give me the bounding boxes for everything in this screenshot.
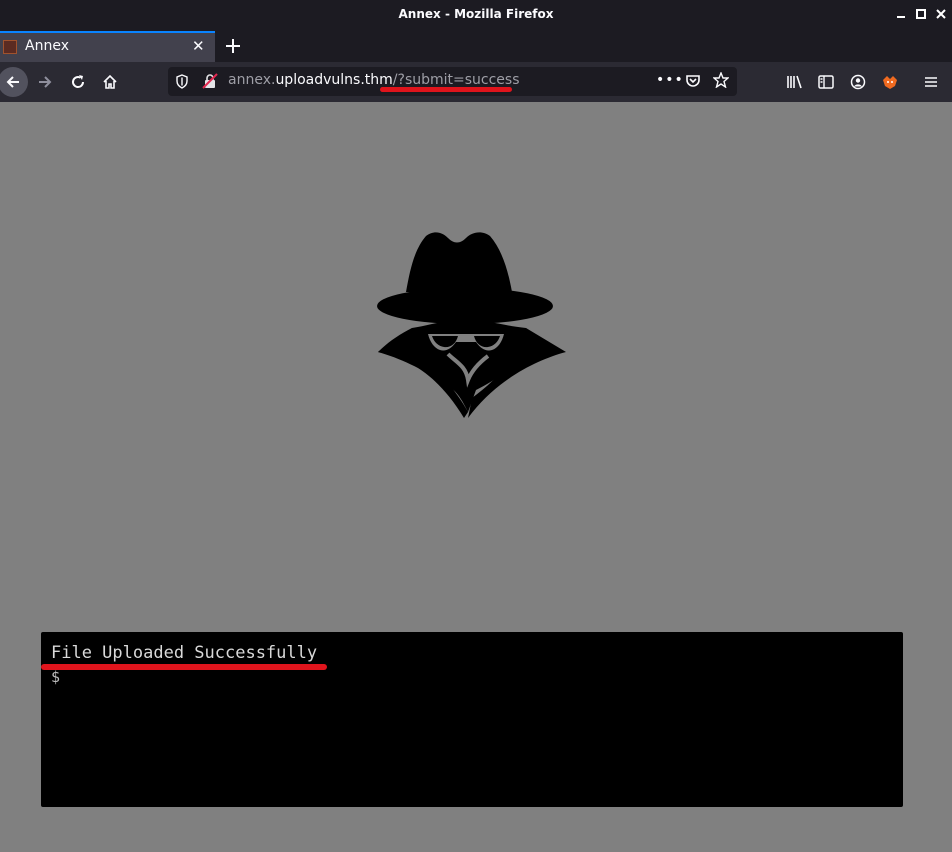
- terminal-prompt[interactable]: $: [51, 668, 60, 686]
- forward-icon[interactable]: [31, 68, 59, 96]
- minimize-icon[interactable]: [893, 6, 909, 22]
- account-icon[interactable]: [844, 68, 872, 96]
- url-text[interactable]: annex.uploadvulns.thm/?submit=success: [228, 72, 520, 88]
- url-annotation-underline: [380, 87, 512, 92]
- tab-annex[interactable]: Annex ✕: [0, 31, 215, 62]
- shield-icon[interactable]: [175, 74, 189, 93]
- url-path: /?submit=success: [392, 72, 520, 88]
- terminal-output: File Uploaded Successfully $: [41, 632, 903, 807]
- page-content: File Uploaded Successfully $: [0, 102, 952, 852]
- close-window-icon[interactable]: [933, 6, 949, 22]
- new-tab-icon[interactable]: [225, 32, 241, 60]
- home-icon[interactable]: [96, 68, 124, 96]
- reload-icon[interactable]: [64, 68, 92, 96]
- url-host: uploadvulns.thm: [275, 72, 393, 88]
- navigation-toolbar: annex.uploadvulns.thm/?submit=success ••…: [0, 62, 952, 102]
- window-title: Annex - Mozilla Firefox: [398, 7, 554, 21]
- page-actions-icon[interactable]: •••: [656, 72, 684, 88]
- url-prefix: annex.: [228, 72, 276, 88]
- bookmark-star-icon[interactable]: [712, 71, 730, 92]
- favicon-icon: [3, 40, 17, 54]
- close-tab-icon[interactable]: ✕: [192, 37, 205, 55]
- insecure-lock-icon[interactable]: [202, 73, 218, 93]
- hacker-logo-icon: [377, 232, 566, 418]
- tab-label: Annex: [25, 38, 69, 54]
- tab-bar: Annex ✕: [0, 29, 952, 62]
- back-icon[interactable]: [0, 67, 28, 97]
- message-annotation-underline: [41, 664, 327, 670]
- upload-status-message: File Uploaded Successfully: [51, 643, 318, 663]
- foxyproxy-extension-icon[interactable]: [876, 68, 904, 96]
- maximize-icon[interactable]: [913, 6, 929, 22]
- sidebar-icon[interactable]: [812, 68, 840, 96]
- window-titlebar: Annex - Mozilla Firefox: [0, 0, 952, 29]
- menu-icon[interactable]: [917, 68, 945, 96]
- pocket-icon[interactable]: [685, 73, 701, 93]
- library-icon[interactable]: [781, 68, 809, 96]
